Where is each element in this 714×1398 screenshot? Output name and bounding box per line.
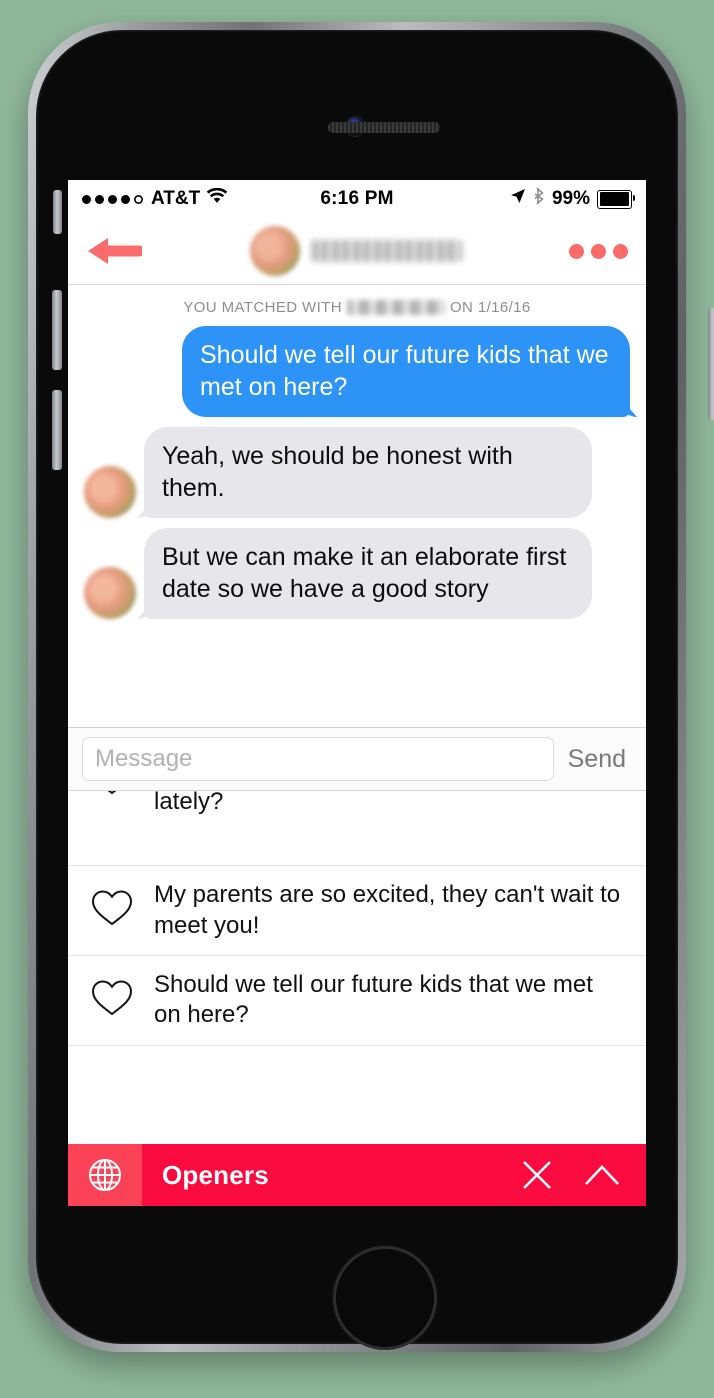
earpiece-speaker	[328, 122, 440, 133]
matched-name-redacted	[346, 300, 445, 315]
heart-outline-icon[interactable]	[90, 888, 134, 933]
list-item[interactable]: Should we tell our future kids that we m…	[68, 956, 646, 1046]
volume-down-button[interactable]	[52, 390, 62, 470]
phone-screen: AT&T 6:16 PM 99% YOU MATCHED WITH ON 1/1…	[68, 180, 646, 1206]
bluetooth-icon	[533, 187, 545, 211]
status-bar-right: 99%	[394, 187, 635, 211]
close-icon[interactable]	[520, 1158, 554, 1192]
list-item[interactable]: My parents are so excited, they can't wa…	[68, 866, 646, 956]
matched-suffix: ON 1/16/16	[449, 299, 531, 316]
power-button[interactable]	[708, 308, 714, 420]
status-bar-left: AT&T	[82, 187, 320, 210]
signal-strength-icon	[82, 194, 143, 204]
more-options-icon[interactable]	[569, 243, 628, 259]
globe-icon[interactable]	[68, 1144, 142, 1206]
match-header[interactable]	[142, 226, 569, 276]
send-button[interactable]: Send	[566, 745, 632, 774]
chevron-up-icon[interactable]	[584, 1162, 620, 1188]
openers-actions	[520, 1158, 646, 1192]
list-item[interactable]: lately?	[68, 791, 646, 867]
list-item-label: Should we tell our future kids that we m…	[154, 971, 593, 1029]
message-row-outgoing: Should we tell our future kids that we m…	[68, 326, 646, 417]
conversation-thread: YOU MATCHED WITH ON 1/16/16 Should we te…	[68, 285, 646, 728]
location-arrow-icon	[510, 188, 526, 210]
message-input-bar: Message Send	[68, 727, 646, 792]
message-row-incoming: Yeah, we should be honest with them.	[68, 427, 646, 518]
screenshot-stage: AT&T 6:16 PM 99% YOU MATCHED WITH ON 1/1…	[0, 0, 714, 1398]
wifi-icon	[206, 187, 228, 210]
message-row-incoming: But we can make it an elaborate first da…	[68, 528, 646, 619]
openers-suggestion-list: lately? My parents are so excited, they …	[68, 791, 646, 1144]
battery-percent-label: 99%	[551, 188, 590, 209]
list-item-label: My parents are so excited, they can't wa…	[154, 881, 621, 939]
list-item-label: lately?	[154, 791, 224, 816]
carrier-label: AT&T	[151, 188, 201, 209]
home-button[interactable]	[333, 1246, 437, 1350]
message-input[interactable]: Message	[82, 737, 554, 782]
message-bubble[interactable]: Should we tell our future kids that we m…	[182, 326, 630, 417]
volume-up-button[interactable]	[52, 290, 62, 370]
openers-label: Openers	[162, 1159, 269, 1190]
matched-banner: YOU MATCHED WITH ON 1/16/16	[68, 285, 646, 326]
message-bubble[interactable]: But we can make it an elaborate first da…	[144, 528, 592, 619]
battery-icon	[597, 189, 635, 209]
silent-switch-button[interactable]	[53, 190, 62, 234]
openers-bar: Openers	[68, 1144, 646, 1206]
matched-prefix: YOU MATCHED WITH	[183, 299, 342, 316]
match-name-redacted	[311, 240, 462, 262]
message-bubble[interactable]: Yeah, we should be honest with them.	[144, 427, 592, 518]
navigation-bar	[68, 218, 646, 285]
status-bar: AT&T 6:16 PM 99%	[68, 180, 646, 218]
avatar	[84, 567, 136, 619]
avatar	[249, 226, 300, 276]
heart-outline-icon[interactable]	[90, 791, 134, 802]
avatar	[84, 466, 136, 518]
clock-label: 6:16 PM	[320, 188, 394, 209]
back-arrow-icon[interactable]	[86, 234, 142, 268]
heart-outline-icon[interactable]	[90, 978, 134, 1023]
